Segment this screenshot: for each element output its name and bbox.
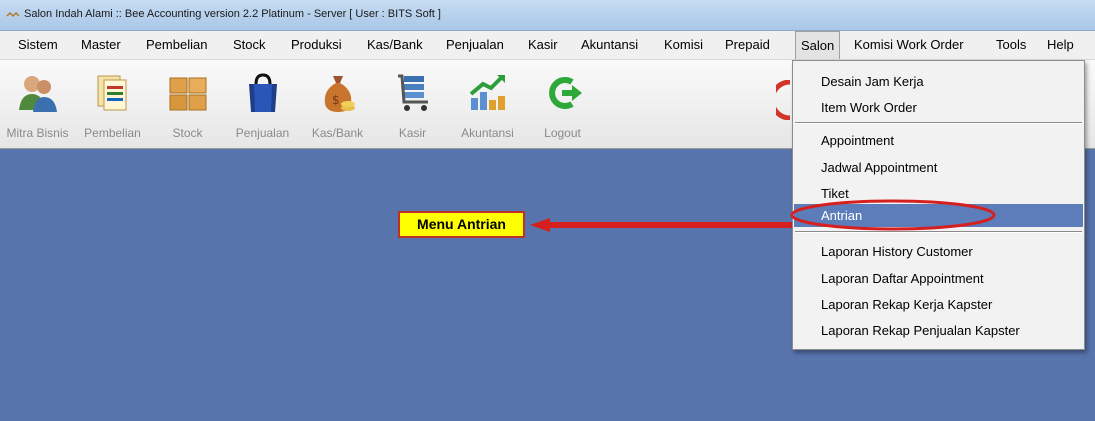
menu-penjualan[interactable]: Penjualan [441, 31, 509, 59]
cart-icon [398, 74, 428, 111]
menu-item-laporan-history-customer[interactable]: Laporan History Customer [821, 244, 973, 259]
toolbar-stock-button[interactable]: Stock [150, 60, 225, 148]
toolbar-mitra-bisnis-button[interactable]: Mitra Bisnis [0, 60, 75, 148]
menu-item-laporan-daftar-appointment[interactable]: Laporan Daftar Appointment [821, 271, 984, 286]
toolbar-label: Penjualan [235, 126, 290, 140]
menu-salon[interactable]: Salon [795, 31, 841, 59]
toolbar-kasir-button[interactable]: Kasir [375, 60, 450, 148]
menu-item-desain-jam-kerja[interactable]: Desain Jam Kerja [821, 74, 924, 89]
menu-sistem[interactable]: Sistem [13, 31, 63, 59]
app-icon [6, 11, 20, 18]
documents-icon [97, 75, 127, 111]
people-icon [19, 76, 57, 112]
menu-kasir[interactable]: Kasir [523, 31, 563, 59]
toolbar-label: Mitra Bisnis [6, 126, 69, 140]
logout-arrow-icon [549, 77, 582, 109]
annotation-callout: Menu Antrian [398, 211, 525, 238]
menu-master[interactable]: Master [76, 31, 126, 59]
toolbar-logout-button[interactable]: Logout [525, 60, 600, 148]
menu-help[interactable]: Help [1042, 31, 1079, 59]
toolbar-label: Kas/Bank [311, 126, 364, 140]
toolbar-label: Stock [172, 126, 203, 140]
toolbar-label: Akuntansi [461, 126, 514, 140]
title-bar: Salon Indah Alami :: Bee Accounting vers… [0, 0, 1095, 31]
toolbar-penjualan-button[interactable]: Penjualan [225, 60, 300, 148]
menu-stock[interactable]: Stock [228, 31, 271, 59]
menu-separator [795, 122, 1082, 124]
menu-komisi-work-order[interactable]: Komisi Work Order [849, 31, 969, 59]
annotation-arrow-icon [530, 218, 792, 232]
menu-tools[interactable]: Tools [991, 31, 1031, 59]
menu-komisi[interactable]: Komisi [659, 31, 708, 59]
chart-up-icon [469, 74, 505, 110]
menu-item-item-work-order[interactable]: Item Work Order [821, 100, 917, 115]
menu-kas-bank[interactable]: Kas/Bank [362, 31, 428, 59]
menu-item-jadwal-appointment[interactable]: Jadwal Appointment [821, 160, 937, 175]
menu-item-appointment[interactable]: Appointment [821, 133, 894, 148]
money-bag-icon: $ [324, 76, 355, 112]
partial-icon [776, 80, 790, 120]
menu-prepaid[interactable]: Prepaid [720, 31, 775, 59]
menu-akuntansi[interactable]: Akuntansi [576, 31, 643, 59]
shopping-bag-icon [249, 73, 277, 112]
toolbar-label: Pembelian [84, 126, 141, 140]
menu-item-laporan-rekap-penjualan-kapster[interactable]: Laporan Rekap Penjualan Kapster [821, 323, 1020, 338]
menu-bar: Sistem Master Pembelian Stock Produksi K… [0, 31, 1095, 60]
toolbar-pembelian-button[interactable]: Pembelian [75, 60, 150, 148]
menu-produksi[interactable]: Produksi [286, 31, 347, 59]
boxes-icon [169, 77, 207, 111]
window-title: Salon Indah Alami :: Bee Accounting vers… [24, 8, 441, 20]
svg-text:$: $ [332, 93, 340, 107]
menu-pembelian[interactable]: Pembelian [141, 31, 212, 59]
highlight-oval [790, 199, 996, 231]
toolbar-kas-bank-button[interactable]: $ Kas/Bank [300, 60, 375, 148]
toolbar-akuntansi-button[interactable]: Akuntansi [450, 60, 525, 148]
toolbar-label: Kasir [398, 126, 427, 140]
menu-item-laporan-rekap-kerja-kapster[interactable]: Laporan Rekap Kerja Kapster [821, 297, 992, 312]
toolbar-label: Logout [544, 126, 581, 140]
